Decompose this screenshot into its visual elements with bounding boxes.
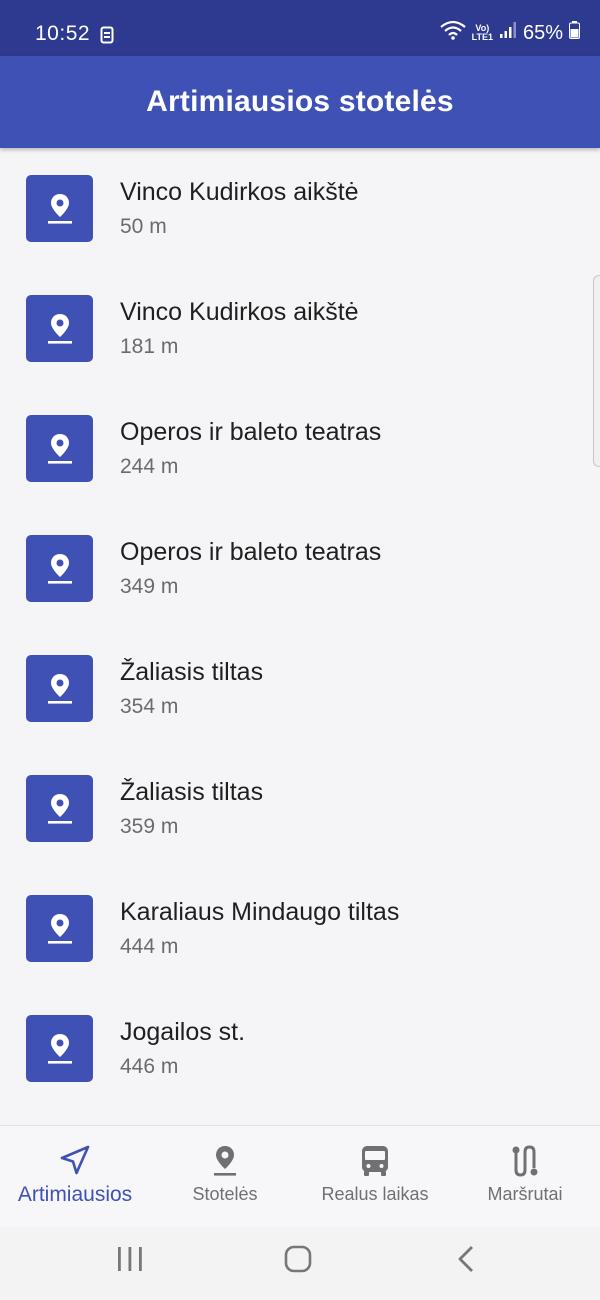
list-item[interactable]: Jogailos st. 446 m [0, 988, 600, 1108]
list-item[interactable]: Operos ir baleto teatras 349 m [0, 508, 600, 628]
bus-icon [360, 1144, 390, 1183]
status-time: 10:52 [35, 22, 91, 45]
stop-distance: 349 m [120, 575, 179, 598]
stop-distance: 181 m [120, 335, 179, 358]
stop-distance: 444 m [120, 935, 179, 958]
nav-item-marsrutai[interactable]: Maršrutai [450, 1126, 600, 1228]
back-icon[interactable] [456, 1245, 476, 1278]
nav-label: Realus laikas [321, 1184, 429, 1204]
location-pin-icon [26, 895, 93, 962]
battery-percent: 65% [522, 21, 563, 44]
list-item[interactable]: Operos ir baleto teatras 244 m [0, 388, 600, 508]
location-pin-icon [26, 175, 93, 242]
stop-name: Operos ir baleto teatras [120, 538, 382, 566]
system-navigation-bar [0, 1227, 600, 1300]
stop-name: Žaliasis tiltas [120, 778, 264, 806]
battery-icon [569, 21, 580, 45]
stop-distance: 354 m [120, 695, 179, 718]
list-item[interactable]: Vinco Kudirkos aikštė 50 m [0, 148, 600, 268]
location-pin-icon [26, 415, 93, 482]
sim-icon [100, 26, 114, 49]
location-pin-icon [26, 655, 93, 722]
stop-name: Karaliaus Mindaugo tiltas [120, 898, 400, 926]
stops-list[interactable]: Vinco Kudirkos aikštė 50 m Vinco Kudirko… [0, 148, 600, 1125]
scrollbar-thumb[interactable] [593, 275, 600, 467]
nav-label: Artimiausios [17, 1183, 133, 1206]
nav-label: Stotelės [192, 1184, 258, 1204]
nav-item-realus-laikas[interactable]: Realus laikas [300, 1126, 450, 1228]
stop-name: Vinco Kudirkos aikštė [120, 178, 359, 206]
home-icon[interactable] [284, 1245, 312, 1278]
location-pin-icon [211, 1144, 239, 1183]
stop-name: Jogailos st. [120, 1018, 246, 1046]
nav-label: Maršrutai [487, 1184, 563, 1204]
location-pin-icon [26, 295, 93, 362]
stop-distance: 446 m [120, 1055, 179, 1078]
volte-indicator: Vo) LTE1 [472, 24, 493, 42]
stop-distance: 244 m [120, 455, 179, 478]
volte-line2: LTE1 [471, 32, 493, 42]
nav-item-stoteles[interactable]: Stotelės [150, 1126, 300, 1228]
stop-name: Žaliasis tiltas [120, 658, 264, 686]
route-icon [509, 1144, 541, 1183]
status-bar: 10:52 Vo) LTE1 65% [0, 0, 600, 56]
app-bar: Artimiausios stotelės [0, 56, 600, 148]
list-item[interactable]: Žaliasis tiltas 354 m [0, 628, 600, 748]
stop-name: Operos ir baleto teatras [120, 418, 382, 446]
list-item[interactable]: Žaliasis tiltas 359 m [0, 748, 600, 868]
wifi-icon [439, 20, 466, 46]
list-item[interactable]: Vinco Kudirkos aikštė 181 m [0, 268, 600, 388]
stop-distance: 359 m [120, 815, 179, 838]
list-item[interactable]: Karaliaus Mindaugo tiltas 444 m [0, 868, 600, 988]
stop-name: Vinco Kudirkos aikštė [120, 298, 359, 326]
bottom-navigation: Artimiausios Stotelės Realus laikas Marš… [0, 1125, 600, 1228]
nav-item-artimiausios[interactable]: Artimiausios [0, 1126, 150, 1228]
page-title: Artimiausios stotelės [146, 85, 454, 118]
stop-distance: 50 m [120, 215, 167, 238]
location-pin-icon [26, 775, 93, 842]
signal-icon [499, 21, 517, 45]
recent-apps-icon[interactable] [117, 1245, 143, 1278]
location-pin-icon [26, 535, 93, 602]
navigation-arrow-icon [59, 1144, 91, 1181]
location-pin-icon [26, 1015, 93, 1082]
